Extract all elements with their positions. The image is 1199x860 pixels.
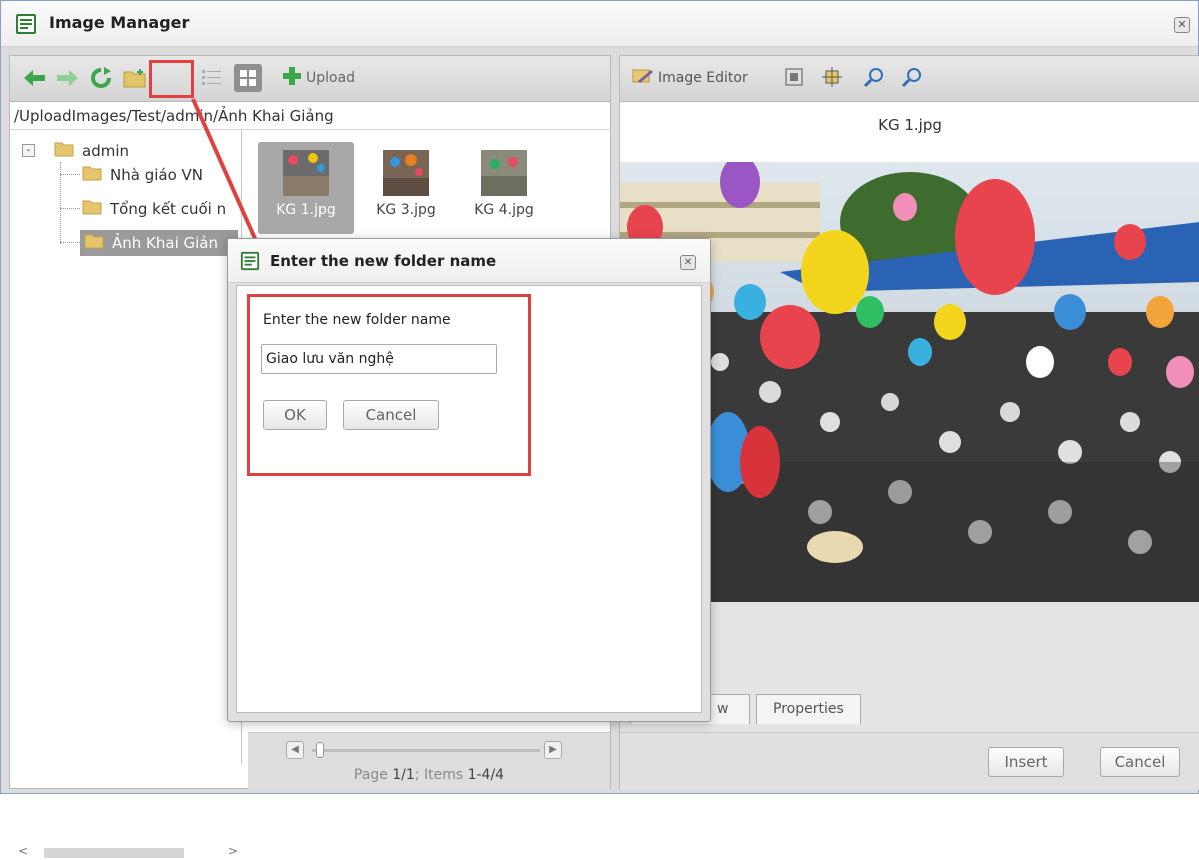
scroll-left-icon[interactable]: < <box>18 844 28 858</box>
scroll-right-icon[interactable]: > <box>228 844 238 858</box>
scroll-thumb[interactable] <box>44 848 184 858</box>
dialog-body: Enter the new folder name OK Cancel <box>236 285 702 713</box>
dialog-titlebar: Enter the new folder name ✕ <box>228 239 710 283</box>
tree-horizontal-scrollbar[interactable]: < > <box>18 844 240 860</box>
ok-button[interactable]: OK <box>263 400 327 430</box>
folder-name-input[interactable] <box>261 344 497 374</box>
document-icon <box>240 251 260 275</box>
dialog-prompt: Enter the new folder name <box>263 312 451 328</box>
dialog-cancel-button[interactable]: Cancel <box>343 400 439 430</box>
image-manager-window: Image Manager ✕ Upload /UploadImages/Tes… <box>0 0 1199 858</box>
dialog-title: Enter the new folder name <box>270 252 497 270</box>
new-folder-dialog: Enter the new folder name ✕ Enter the ne… <box>227 238 711 722</box>
dialog-close-button[interactable]: ✕ <box>680 255 696 270</box>
